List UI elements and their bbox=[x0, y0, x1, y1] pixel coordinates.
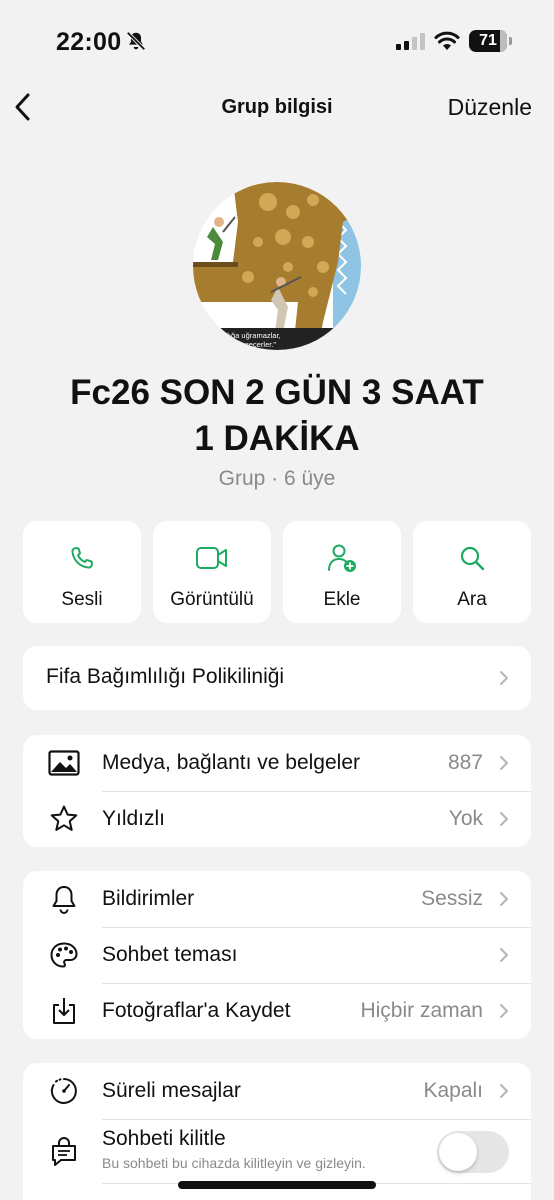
chat-theme-label: Sohbet teması bbox=[102, 943, 238, 966]
media-section: Medya, bağlantı ve belgeler 887 Yıldızlı… bbox=[23, 735, 531, 847]
chevron-right-icon bbox=[500, 948, 508, 962]
group-avatar[interactable]: asarısızlığa uğramazlar, vazgeçerler." bbox=[193, 182, 361, 350]
bell-off-icon bbox=[126, 31, 146, 51]
chevron-right-icon bbox=[500, 1004, 508, 1018]
disappearing-messages-label: Süreli mesajlar bbox=[102, 1079, 241, 1102]
timer-icon bbox=[50, 1078, 77, 1104]
voice-call-button[interactable]: Sesli bbox=[23, 521, 141, 623]
bell-icon bbox=[52, 886, 76, 914]
group-description[interactable]: Fifa Bağımlılığı Polikiliniği bbox=[23, 646, 531, 710]
add-person-icon bbox=[328, 544, 356, 572]
wifi-icon bbox=[434, 31, 460, 50]
media-count: 887 bbox=[447, 751, 483, 774]
starred-row[interactable]: Yıldızlı Yok bbox=[23, 791, 531, 847]
media-links-docs-row[interactable]: Medya, bağlantı ve belgeler 887 bbox=[23, 735, 531, 791]
search-icon bbox=[460, 546, 485, 571]
lock-chat-label: Sohbeti kilitle bbox=[102, 1127, 226, 1150]
lock-chat-row[interactable]: Sohbeti kilitle Bu sohbeti bu cihazda ki… bbox=[23, 1119, 531, 1183]
video-call-button[interactable]: Görüntülü bbox=[153, 521, 271, 623]
lock-chat-description: Bu sohbeti bu cihazda kilitleyin ve gizl… bbox=[102, 1155, 366, 1171]
star-icon bbox=[50, 805, 78, 831]
signal-icon bbox=[396, 32, 425, 50]
action-bar: Sesli Görüntülü Ekle Ara bbox=[23, 521, 531, 623]
video-call-label: Görüntülü bbox=[170, 589, 254, 610]
disappearing-messages-value: Kapalı bbox=[423, 1079, 483, 1102]
search-label: Ara bbox=[457, 589, 487, 610]
search-button[interactable]: Ara bbox=[413, 521, 531, 623]
settings-section: Bildirimler Sessiz Sohbet teması Fotoğra bbox=[23, 871, 531, 1039]
notifications-label: Bildirimler bbox=[102, 887, 195, 910]
avatar-caption-line2: vazgeçerler." bbox=[233, 340, 276, 349]
save-to-photos-value: Hiçbir zaman bbox=[360, 999, 483, 1022]
avatar-illustration: asarısızlığa uğramazlar, vazgeçerler." bbox=[193, 182, 361, 350]
chevron-right-icon bbox=[500, 1084, 508, 1098]
privacy-section: Süreli mesajlar Kapalı Sohbeti kilitle B… bbox=[23, 1063, 531, 1200]
avatar-caption-line1: asarısızlığa uğramazlar, bbox=[201, 331, 281, 340]
edit-button[interactable]: Düzenle bbox=[448, 94, 532, 121]
chevron-right-icon bbox=[500, 892, 508, 906]
notifications-value: Sessiz bbox=[421, 887, 483, 910]
chevron-right-icon bbox=[500, 671, 508, 685]
description-text: Fifa Bağımlılığı Polikiliniği bbox=[46, 665, 285, 688]
starred-label: Yıldızlı bbox=[102, 807, 166, 830]
add-member-button[interactable]: Ekle bbox=[283, 521, 401, 623]
home-indicator[interactable] bbox=[178, 1181, 376, 1189]
save-to-photos-label: Fotoğraflar'a Kaydet bbox=[102, 999, 291, 1022]
lock-chat-icon bbox=[52, 1137, 76, 1166]
group-name-line1: Fc26 SON 2 GÜN 3 SAAT bbox=[70, 373, 484, 412]
disappearing-messages-row[interactable]: Süreli mesajlar Kapalı bbox=[23, 1063, 531, 1119]
lock-chat-toggle[interactable] bbox=[437, 1131, 509, 1173]
save-to-photos-row[interactable]: Fotoğraflar'a Kaydet Hiçbir zaman bbox=[23, 983, 531, 1039]
group-name-line2: 1 DAKİKA bbox=[194, 419, 360, 458]
add-member-label: Ekle bbox=[323, 589, 361, 610]
battery-icon: 71 bbox=[469, 30, 512, 52]
video-icon bbox=[196, 547, 227, 569]
nav-bar: Grup bilgisi Düzenle bbox=[0, 80, 554, 136]
status-time: 22:00 bbox=[56, 28, 122, 56]
phone-icon bbox=[71, 547, 93, 569]
photo-icon bbox=[48, 750, 80, 776]
chevron-right-icon bbox=[500, 756, 508, 770]
group-name: Fc26 SON 2 GÜN 3 SAAT 1 DAKİKA bbox=[20, 370, 534, 462]
toggle-knob bbox=[439, 1133, 477, 1171]
status-bar: 22:00 71 bbox=[0, 0, 554, 80]
chat-theme-row[interactable]: Sohbet teması bbox=[23, 927, 531, 983]
starred-value: Yok bbox=[448, 807, 483, 830]
chevron-right-icon bbox=[500, 812, 508, 826]
notifications-row[interactable]: Bildirimler Sessiz bbox=[23, 871, 531, 927]
voice-call-label: Sesli bbox=[61, 589, 103, 610]
palette-icon bbox=[50, 942, 78, 968]
battery-level: 71 bbox=[479, 32, 497, 49]
media-label: Medya, bağlantı ve belgeler bbox=[102, 751, 360, 774]
download-icon bbox=[53, 998, 75, 1024]
group-subtitle: Grup · 6 üye bbox=[218, 467, 336, 490]
